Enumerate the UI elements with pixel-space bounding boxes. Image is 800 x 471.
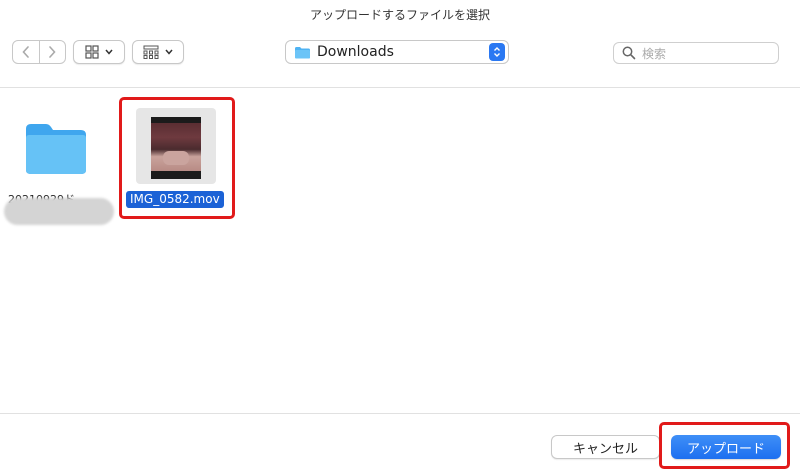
view-mode-button[interactable] <box>73 40 125 64</box>
highlight-box <box>659 422 790 469</box>
chevron-up-down-icon <box>494 47 500 57</box>
location-label: Downloads <box>317 44 394 60</box>
history-nav <box>12 40 66 64</box>
cancel-button[interactable]: キャンセル <box>551 435 660 459</box>
group-grid-icon <box>143 45 159 59</box>
group-mode-button[interactable] <box>132 40 184 64</box>
icon-grid-icon <box>85 45 99 59</box>
dialog-title: アップロードするファイルを選択 <box>309 8 490 22</box>
chevron-left-icon <box>22 46 29 58</box>
file-item-folder[interactable]: 20210929ド... <box>0 115 118 225</box>
search-field[interactable]: 検索 <box>613 42 779 64</box>
folder-icon <box>26 124 86 174</box>
forward-button[interactable] <box>38 41 66 63</box>
chevron-down-icon <box>165 49 173 55</box>
location-stepper <box>489 43 505 61</box>
redaction-blur <box>4 198 114 225</box>
toolbar-divider <box>0 87 800 88</box>
search-placeholder: 検索 <box>642 46 667 61</box>
highlight-box <box>119 97 235 219</box>
footer-divider <box>0 413 800 414</box>
chevron-down-icon <box>105 49 113 55</box>
toolbar: Downloads 検索 <box>0 38 800 74</box>
back-button[interactable] <box>13 41 39 63</box>
chevron-right-icon <box>49 46 56 58</box>
search-icon <box>622 46 636 60</box>
location-popup[interactable]: Downloads <box>285 40 509 64</box>
folder-icon <box>295 46 310 58</box>
